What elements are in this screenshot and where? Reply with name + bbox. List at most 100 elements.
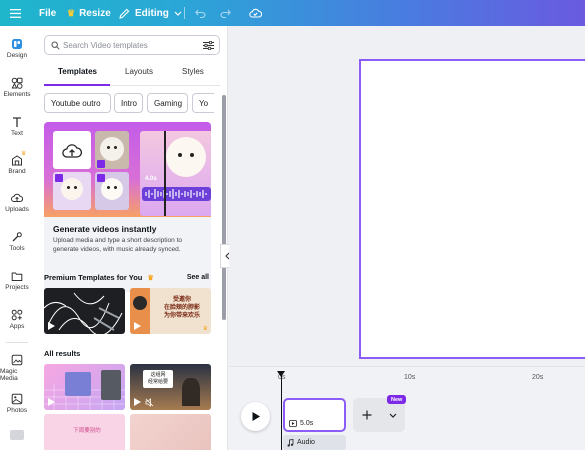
menu-button[interactable] — [10, 0, 21, 26]
pencil-icon — [119, 8, 130, 19]
play-icon — [48, 398, 55, 406]
design-page[interactable] — [359, 59, 585, 359]
timeline-tick: 10s — [404, 374, 416, 381]
play-icon — [134, 398, 141, 406]
crown-icon: ♛ — [21, 151, 27, 157]
panel-tabs: Templates Layouts Styles — [44, 64, 220, 86]
template-thumb-text: 下周要别的 — [73, 428, 101, 434]
chip-intro[interactable]: Intro — [114, 93, 143, 113]
abstract-lines-art — [44, 292, 123, 334]
timeline-tick: 20s — [532, 374, 544, 381]
play-icon — [252, 412, 260, 421]
undo-button[interactable] — [195, 0, 206, 26]
templates-panel: Templates Layouts Styles Youtube outro I… — [34, 26, 228, 450]
template-thumb[interactable] — [130, 414, 211, 450]
timeline-playhead[interactable] — [281, 372, 282, 450]
chevron-down-icon — [389, 413, 397, 418]
dog-photo — [95, 172, 129, 210]
text-icon — [13, 117, 21, 127]
cloud-save-button[interactable] — [249, 0, 262, 26]
redo-button[interactable] — [220, 0, 231, 26]
play-icon — [134, 322, 141, 330]
chip-youtube-outro[interactable]: Youtube outro — [44, 93, 111, 113]
rail-item-elements[interactable]: Elements — [0, 77, 34, 98]
template-thumb[interactable]: 这组网 经常给要 — [130, 364, 211, 410]
search-input[interactable] — [63, 39, 193, 52]
audio-track[interactable]: Audio — [283, 435, 346, 450]
top-bar: File ♛ Resize Editing — [0, 0, 585, 26]
video-icon — [289, 420, 297, 427]
play-button[interactable] — [241, 402, 270, 431]
rail-item-magic-media[interactable]: Magic Media — [0, 354, 34, 382]
new-badge: New — [387, 395, 407, 404]
generated-video-preview: 4.0s — [140, 131, 211, 216]
template-thumb-text: 这组网 经常给要 — [143, 370, 173, 388]
filter-icon[interactable] — [203, 41, 214, 50]
promo-artwork: 4.0s — [44, 122, 211, 217]
rail-label: Magic Media — [0, 368, 18, 382]
crown-icon: ♛ — [147, 275, 154, 282]
editing-label: Editing — [135, 7, 169, 19]
rail-item-apps[interactable]: Apps — [0, 309, 34, 330]
rail-item-design[interactable]: Design — [0, 38, 34, 59]
plus-icon — [362, 410, 372, 420]
rail-label: Uploads — [5, 206, 29, 213]
rail-label: Apps — [9, 323, 25, 330]
template-thumb[interactable]: 受邀你 在脸颊的脖影 为你带来欢乐 ♛ — [130, 288, 211, 334]
audio-label: Audio — [297, 439, 315, 446]
left-rail: Design Elements Text Brand ♛ Uploads Too… — [0, 26, 34, 450]
tab-templates[interactable]: Templates — [58, 67, 97, 76]
uploads-icon — [11, 193, 23, 202]
crown-icon: ♛ — [202, 326, 208, 332]
chip-partial[interactable]: Yo — [192, 93, 214, 113]
see-all-link[interactable]: See all — [187, 274, 209, 281]
premium-title-text: Premium Templates for You — [44, 273, 143, 282]
redo-icon — [220, 9, 231, 18]
chip-gaming[interactable]: Gaming — [147, 93, 188, 113]
audio-waveform — [142, 187, 211, 201]
upload-tile — [53, 131, 91, 169]
template-thumb[interactable] — [44, 288, 125, 334]
video-clip[interactable]: 5.0s — [283, 398, 346, 432]
template-thumb[interactable]: 下周要别的 — [44, 414, 125, 450]
projects-icon — [11, 272, 23, 281]
premium-section-title: Premium Templates for You ♛ — [44, 273, 154, 282]
clip-duration-text: 5.0s — [300, 420, 314, 427]
editing-mode-button[interactable]: Editing — [119, 0, 182, 26]
rail-divider — [6, 342, 28, 343]
rail-label: Text — [11, 130, 23, 137]
clip-duration: 5.0s — [289, 420, 313, 427]
play-icon — [48, 322, 55, 330]
rail-label: Tools — [9, 245, 25, 252]
panel-scrollbar-thumb[interactable] — [222, 95, 226, 320]
apps-icon — [11, 309, 23, 321]
tab-underline — [44, 84, 110, 86]
magic-media-icon — [11, 354, 23, 366]
tab-layouts[interactable]: Layouts — [125, 67, 153, 76]
rail-label: Design — [6, 52, 28, 59]
promo-title: Generate videos instantly — [53, 224, 157, 234]
search-icon — [51, 41, 60, 50]
tools-icon — [12, 232, 22, 242]
rail-label: Elements — [3, 91, 31, 98]
file-menu[interactable]: File — [39, 0, 56, 26]
add-page-button[interactable] — [353, 398, 381, 432]
rail-label: Brand — [8, 168, 26, 175]
template-thumb[interactable] — [44, 364, 125, 410]
rail-item-tools[interactable]: Tools — [0, 231, 34, 252]
undo-icon — [195, 9, 206, 18]
tab-styles[interactable]: Styles — [182, 67, 204, 76]
crown-icon: ♛ — [67, 7, 76, 18]
generate-videos-card[interactable]: 4.0s Generate videos instantly Upload me… — [44, 122, 211, 292]
search-box[interactable] — [44, 35, 220, 55]
design-icon — [12, 39, 22, 49]
rail-item-projects[interactable]: Projects — [0, 270, 34, 291]
template-thumb-text: 受邀你 在脸颊的脖影 为你带来欢乐 — [163, 297, 200, 319]
rail-item-uploads[interactable]: Uploads — [0, 192, 34, 213]
rail-item-photos[interactable]: Photos — [0, 393, 34, 414]
resize-button[interactable]: ♛ Resize — [67, 0, 111, 26]
rail-item-text[interactable]: Text — [0, 116, 34, 137]
rail-item-brand[interactable]: Brand — [0, 154, 34, 175]
rail-item-partial[interactable] — [10, 430, 24, 440]
preview-playhead — [164, 131, 166, 216]
